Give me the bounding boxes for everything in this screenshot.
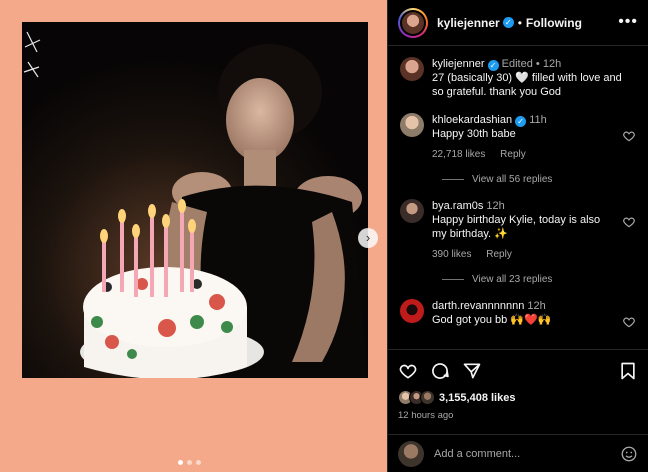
view-replies-button[interactable]: View all 56 replies	[442, 174, 636, 185]
birthday-cake-photo	[22, 22, 368, 378]
header-separator: •	[517, 15, 522, 30]
next-photo-button[interactable]: ›	[358, 228, 378, 248]
verified-badge-icon: ✓	[515, 116, 527, 127]
comment-item: bya.ram0s 12h Happy birthday Kylie, toda…	[400, 199, 636, 262]
carousel-dot-2	[187, 460, 192, 465]
post-time-ago[interactable]: 12 hours ago	[398, 410, 638, 421]
post-media: ›	[0, 0, 387, 472]
comment-avatar[interactable]	[400, 199, 424, 223]
more-options-icon[interactable]: •••	[618, 14, 638, 30]
post-caption: kyliejenner ✓ Edited • 12h 27 (basically …	[400, 57, 636, 99]
carousel-dot-1	[178, 460, 183, 465]
comment-text: Happy 30th babe	[432, 128, 516, 140]
post-actions: 3,155,408 likes 12 hours ago	[388, 349, 648, 445]
caption-username[interactable]: kyliejenner	[432, 58, 485, 70]
post-photo[interactable]	[22, 22, 368, 378]
comment-avatar[interactable]	[400, 113, 424, 137]
author-username[interactable]: kyliejenner	[437, 16, 500, 30]
comment-time: 12h	[527, 300, 546, 312]
verified-badge-icon: ✓	[502, 17, 514, 28]
heart-icon[interactable]	[398, 361, 418, 381]
liker-avatar	[420, 390, 435, 405]
bookmark-icon[interactable]	[618, 361, 638, 381]
carousel-dot-3	[196, 460, 201, 465]
share-icon[interactable]	[462, 361, 482, 381]
comments-list[interactable]: kyliejenner ✓ Edited • 12h 27 (basically …	[388, 47, 648, 349]
view-replies-button[interactable]: View all 23 replies	[442, 274, 636, 285]
comment-reply-button[interactable]: Reply	[486, 249, 512, 260]
caption-text: 27 (basically 30) 🤍 filled with love and…	[432, 72, 622, 98]
comment-time: 12h	[486, 200, 505, 212]
comment-text: God got you bb 🙌❤️🙌	[432, 314, 552, 326]
post-header: kyliejenner ✓ • Following •••	[388, 0, 648, 46]
caption-avatar[interactable]	[400, 57, 424, 81]
comment-like-heart-icon[interactable]	[622, 315, 636, 329]
caption-dot: •	[535, 58, 540, 70]
view-replies-label: View all 56 replies	[472, 174, 553, 185]
author-avatar[interactable]	[398, 7, 428, 38]
comment-reply-button[interactable]: Reply	[500, 149, 526, 160]
comment-avatar[interactable]	[400, 299, 424, 323]
comment-likes[interactable]: 390 likes	[432, 249, 471, 260]
emoji-icon[interactable]	[620, 445, 638, 463]
comment-username[interactable]: bya.ram0s	[432, 200, 483, 212]
my-avatar	[398, 440, 424, 467]
comment-item: darth.revannnnnnn 12h God got you bb 🙌❤️…	[400, 299, 636, 329]
likers-avatars[interactable]	[398, 390, 435, 405]
comment-icon[interactable]	[430, 361, 450, 381]
add-comment-input[interactable]	[434, 447, 620, 460]
following-button[interactable]: Following	[526, 16, 582, 30]
comment-like-heart-icon[interactable]	[622, 215, 636, 229]
comment-username[interactable]: khloekardashian	[432, 114, 512, 126]
comment-text: Happy birthday Kylie, today is also my b…	[432, 214, 601, 240]
comment-time: 11h	[529, 114, 547, 126]
add-comment-bar	[388, 434, 648, 472]
verified-badge-icon: ✓	[487, 60, 499, 71]
post-side-panel: kyliejenner ✓ • Following ••• kyliejenne…	[387, 0, 648, 472]
comment-username[interactable]: darth.revannnnnnn	[432, 300, 524, 312]
view-replies-label: View all 23 replies	[472, 274, 553, 285]
caption-edited: Edited	[501, 58, 533, 70]
comment-item: khloekardashian ✓ 11h Happy 30th babe 22,…	[400, 113, 636, 162]
comment-like-heart-icon[interactable]	[622, 129, 636, 143]
comment-likes[interactable]: 22,718 likes	[432, 149, 485, 160]
caption-time: 12h	[542, 58, 562, 70]
likes-count[interactable]: 3,155,408 likes	[439, 392, 515, 404]
author-avatar-image	[402, 11, 424, 34]
carousel-dots	[178, 460, 201, 465]
